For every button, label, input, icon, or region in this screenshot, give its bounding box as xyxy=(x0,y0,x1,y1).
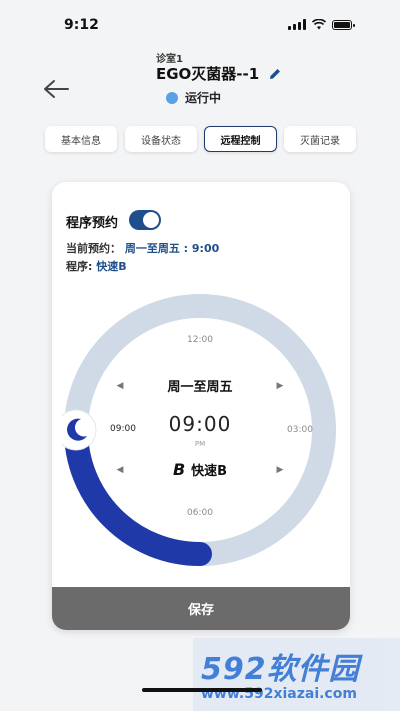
device-title: EGO灭菌器--1 xyxy=(156,63,283,84)
program-picker-value: 快速B xyxy=(191,464,228,479)
save-button[interactable]: 保存 xyxy=(52,587,350,630)
schedule-ampm: PM xyxy=(194,440,206,448)
tab-bar: 基本信息 设备状态 远程控制 灭菌记录 xyxy=(45,126,357,152)
tab-device-status[interactable]: 设备状态 xyxy=(125,126,197,152)
days-value: 周一至周五 xyxy=(167,380,233,395)
wifi-icon xyxy=(312,19,326,30)
device-name: EGO灭菌器--1 xyxy=(156,65,260,83)
back-arrow-icon[interactable] xyxy=(40,76,72,102)
home-indicator xyxy=(142,688,262,692)
program-value: 快速B xyxy=(96,260,127,273)
schedule-time: 09:00 xyxy=(168,412,232,436)
remote-control-card: 程序预约 当前预约： 周一至周五 : 9:00 程序: 快速B 12:00 03… xyxy=(52,182,350,630)
schedule-title: 程序预约 xyxy=(66,216,119,231)
status-time: 9:12 xyxy=(64,17,99,33)
watermark: 592软件园 www.592xiazai.com xyxy=(193,638,400,711)
dial-label-6: 06:00 xyxy=(187,508,213,518)
tab-sterilization-records[interactable]: 灭菌记录 xyxy=(284,126,356,152)
tab-remote-control[interactable]: 远程控制 xyxy=(204,126,277,152)
run-status: 运行中 xyxy=(166,89,221,106)
tab-basic-info[interactable]: 基本信息 xyxy=(45,126,117,152)
program-picker-label: B 快速B xyxy=(173,460,227,479)
cellular-signal-icon xyxy=(288,19,306,30)
program-picker: ◀ B 快速B ▶ xyxy=(112,460,288,479)
current-schedule-line: 当前预约： 周一至周五 : 9:00 xyxy=(66,240,219,256)
days-picker: ◀ 周一至周五 ▶ xyxy=(112,376,288,395)
dial-label-12: 12:00 xyxy=(187,335,213,345)
program-label: 程序: xyxy=(66,260,93,273)
schedule-toggle[interactable] xyxy=(129,210,161,230)
status-text: 运行中 xyxy=(185,91,222,105)
status-icons xyxy=(288,19,355,30)
program-next-arrow-icon[interactable]: ▶ xyxy=(272,465,288,475)
watermark-brand: 592软件园 xyxy=(201,652,360,687)
program-prev-arrow-icon[interactable]: ◀ xyxy=(112,465,128,475)
program-line: 程序: 快速B xyxy=(66,258,127,274)
battery-icon xyxy=(332,20,355,30)
status-dot xyxy=(166,91,178,104)
days-prev-arrow-icon[interactable]: ◀ xyxy=(112,381,128,391)
current-schedule-value: 周一至周五 : 9:00 xyxy=(124,242,220,255)
pencil-edit-icon[interactable] xyxy=(267,66,283,82)
status-bar: 9:12 xyxy=(0,0,400,48)
dial-center: 12:00 03:00 06:00 09:00 ◀ 周一至周五 ▶ 09:00 … xyxy=(62,292,338,568)
toggle-knob xyxy=(143,212,159,228)
program-b-icon: B xyxy=(172,460,186,479)
days-next-arrow-icon[interactable]: ▶ xyxy=(272,381,288,391)
current-schedule-label: 当前预约： xyxy=(66,242,121,255)
